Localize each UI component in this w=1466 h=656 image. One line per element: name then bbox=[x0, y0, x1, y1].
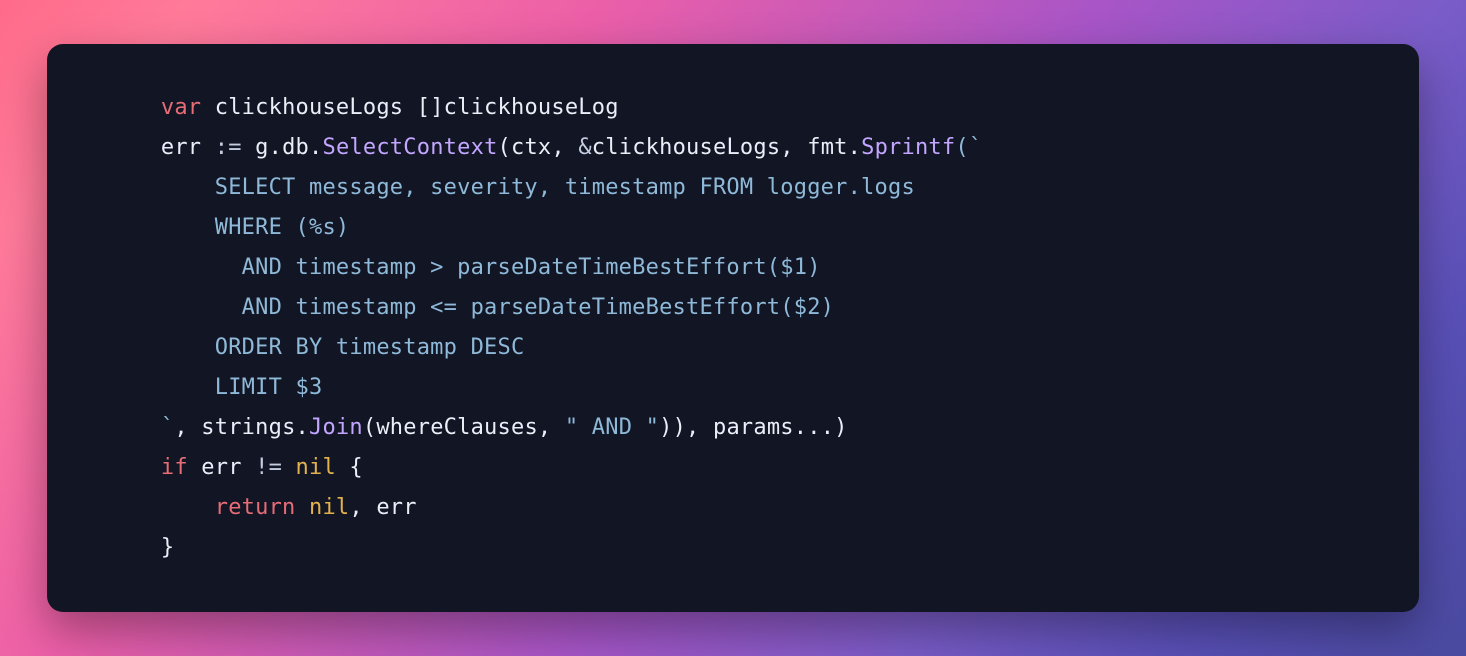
code-line-4: WHERE (%s) bbox=[107, 215, 349, 240]
code-line-5: AND timestamp > parseDateTimeBestEffort(… bbox=[107, 255, 821, 280]
code-line-3: SELECT message, severity, timestamp FROM… bbox=[107, 175, 915, 200]
code-card: var clickhouseLogs []clickhouseLog err :… bbox=[47, 44, 1419, 612]
code-line-2: err := g.db.SelectContext(ctx, &clickhou… bbox=[107, 135, 982, 160]
func-selectcontext: SelectContext bbox=[322, 135, 497, 160]
code-block: var clickhouseLogs []clickhouseLog err :… bbox=[107, 88, 1359, 568]
code-line-12: } bbox=[107, 535, 174, 560]
code-line-10: if err != nil { bbox=[107, 455, 363, 480]
keyword-if: if bbox=[161, 455, 188, 480]
keyword-var: var bbox=[161, 95, 201, 120]
func-join: Join bbox=[309, 415, 363, 440]
code-line-8: LIMIT $3 bbox=[107, 375, 322, 400]
keyword-return: return bbox=[215, 495, 296, 520]
code-line-7: ORDER BY timestamp DESC bbox=[107, 335, 524, 360]
code-line-11: return nil, err bbox=[107, 495, 417, 520]
code-line-6: AND timestamp <= parseDateTimeBestEffort… bbox=[107, 295, 834, 320]
func-sprintf: Sprintf bbox=[861, 135, 955, 160]
code-line-9: `, strings.Join(whereClauses, " AND ")),… bbox=[107, 415, 848, 440]
code-line-1: var clickhouseLogs []clickhouseLog bbox=[107, 95, 619, 120]
